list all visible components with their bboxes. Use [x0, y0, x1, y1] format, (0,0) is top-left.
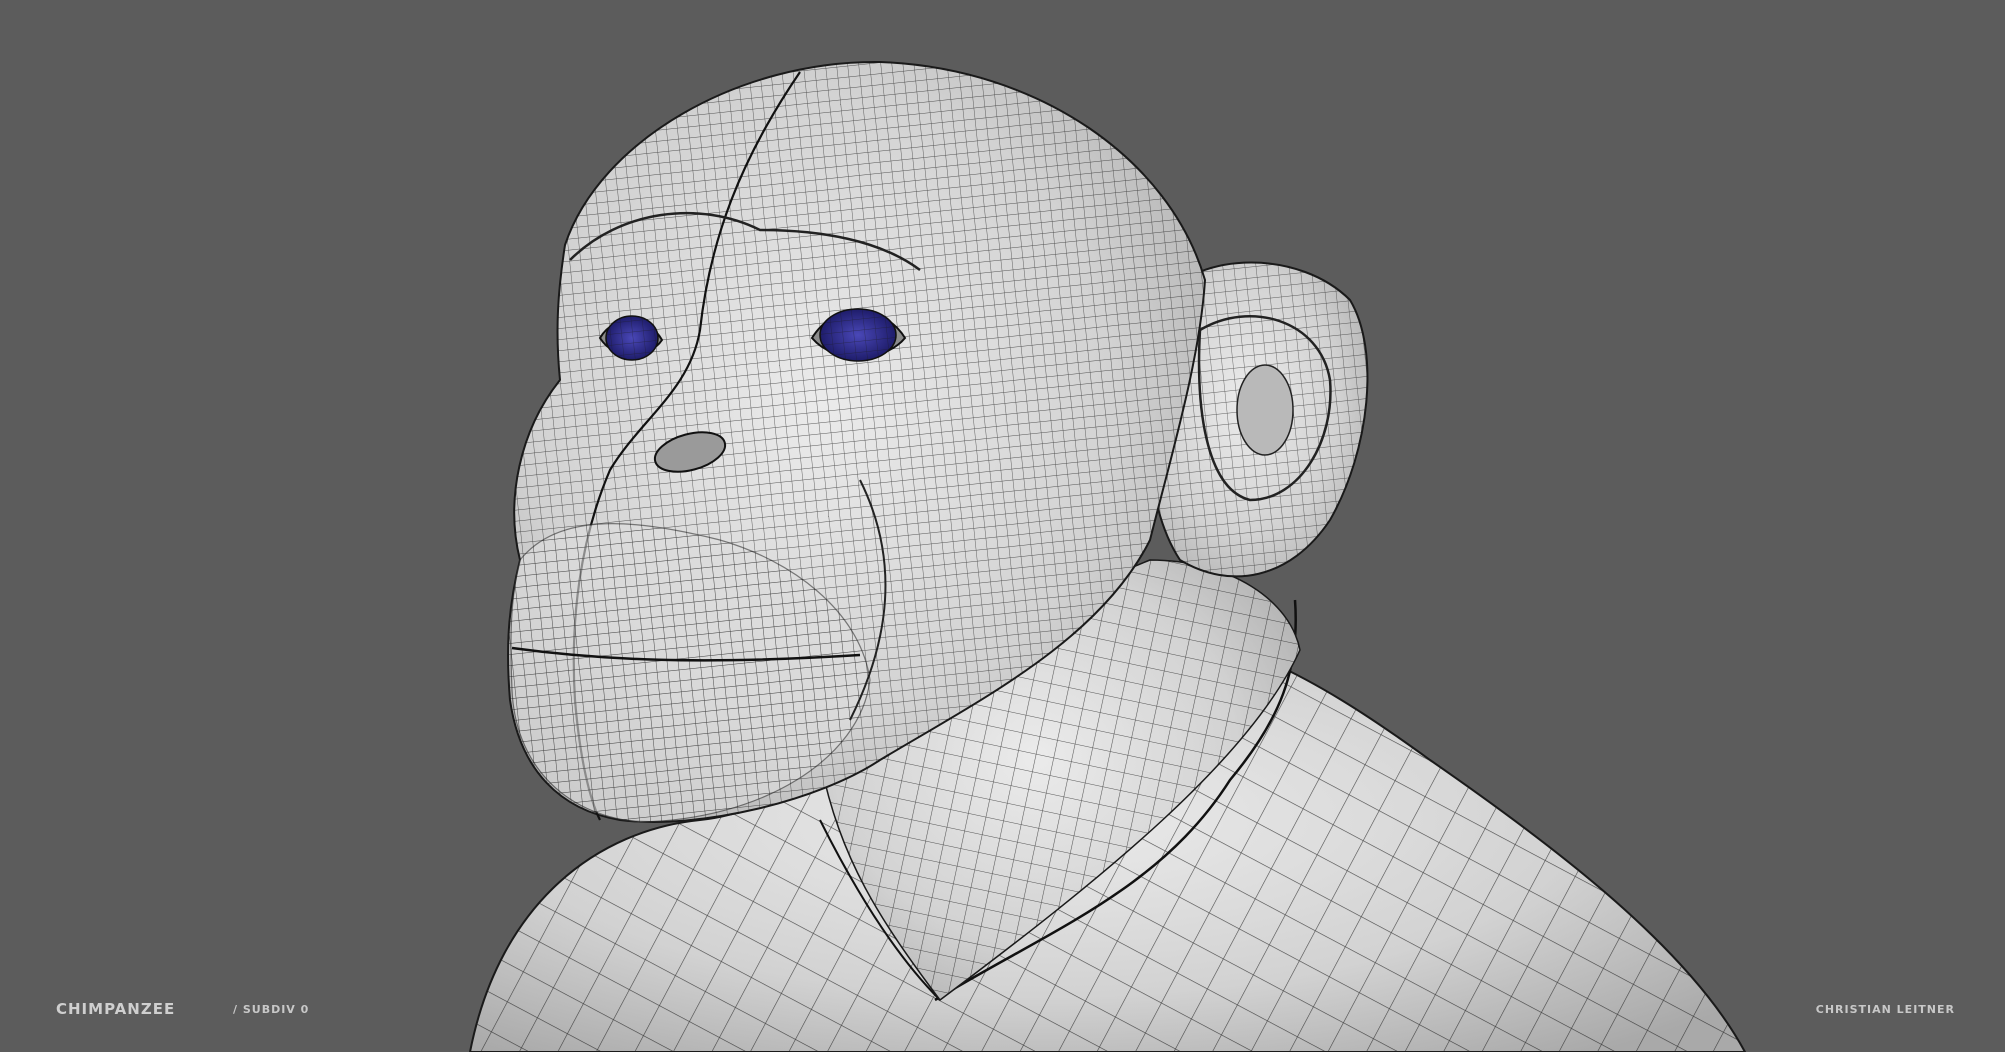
- render-viewport: CHIMPANZEE / SUBDIV 0 CHRISTIAN LEITNER: [0, 0, 2005, 1052]
- model-title: CHIMPANZEE: [56, 1000, 176, 1018]
- author-credit: CHRISTIAN LEITNER: [1815, 1003, 1955, 1016]
- subdiv-label: / SUBDIV 0: [233, 1003, 310, 1016]
- chimpanzee-wireframe-model: [468, 60, 1747, 1052]
